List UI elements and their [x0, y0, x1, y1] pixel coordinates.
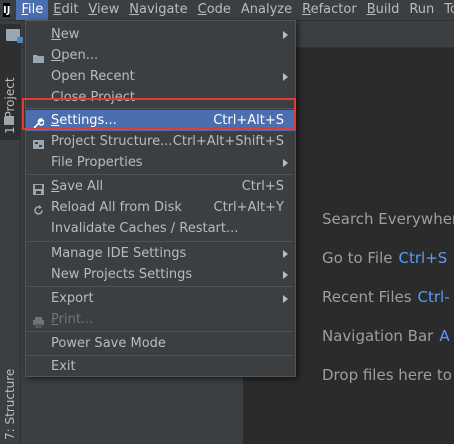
hint-drop-label: Drop files here to	[322, 366, 452, 384]
folder-icon	[4, 117, 14, 125]
folder-open-icon	[33, 50, 44, 63]
menu-item-settings-shortcut: Ctrl+Alt+S	[213, 113, 284, 128]
menu-item-invalidate-caches-label: Invalidate Caches / Restart...	[51, 221, 239, 236]
project-tab-label: 1: Project	[3, 77, 17, 134]
menu-item-new[interactable]: New	[26, 24, 295, 45]
menu-item-project-structure-label: Project Structure...	[51, 134, 173, 149]
submenu-arrow-icon	[283, 250, 288, 258]
menu-item-power-save-mode[interactable]: Power Save Mode	[26, 333, 295, 354]
file-menu-dropdown: New Open... Open Recent Close Project Se…	[25, 20, 296, 377]
menu-item-power-save-mode-label: Power Save Mode	[51, 336, 166, 351]
menu-item-new-projects-settings[interactable]: New Projects Settings	[26, 264, 295, 285]
menu-build[interactable]: Build	[362, 0, 405, 20]
menu-separator	[27, 241, 294, 242]
menu-item-file-properties[interactable]: File Properties	[26, 152, 295, 173]
hint-nav-bar-shortcut: A	[439, 327, 450, 345]
menu-item-new-projects-settings-label: New Projects Settings	[51, 267, 193, 282]
menu-item-save-all-label: Save All	[51, 179, 104, 194]
project-view-icon[interactable]	[6, 29, 23, 43]
menu-separator	[27, 174, 294, 175]
hint-drop-files: Drop files here to	[322, 366, 452, 384]
menu-item-export[interactable]: Export	[26, 288, 295, 309]
submenu-arrow-icon	[283, 159, 288, 167]
menu-item-close-project-label: Close Project	[51, 90, 136, 105]
menu-separator	[27, 331, 294, 332]
hint-recent-files-shortcut: Ctrl-	[417, 288, 450, 306]
menu-separator	[27, 286, 294, 287]
menu-item-open[interactable]: Open...	[26, 45, 295, 66]
submenu-arrow-icon	[283, 31, 288, 39]
hint-search-everywhere: Search Everywhere	[322, 210, 454, 228]
menu-item-file-properties-label: File Properties	[51, 155, 143, 170]
menu-item-save-all[interactable]: Save All Ctrl+S	[26, 176, 295, 197]
menu-edit[interactable]: Edit	[48, 0, 83, 20]
menu-item-new-label: New	[51, 27, 80, 42]
menu-item-settings-label: Settings...	[51, 113, 117, 128]
hint-goto-file: Go to File Ctrl+S	[322, 249, 447, 267]
menu-item-reload[interactable]: Reload All from Disk Ctrl+Alt+Y	[26, 197, 295, 218]
hint-recent-files-label: Recent Files	[322, 288, 412, 306]
menu-separator	[27, 108, 294, 109]
menu-item-project-structure-shortcut: Ctrl+Alt+Shift+S	[172, 134, 284, 149]
hint-navigation-bar: Navigation Bar A	[322, 327, 450, 345]
save-icon	[33, 181, 44, 195]
menu-item-export-label: Export	[51, 291, 94, 306]
menu-navigate[interactable]: Navigate	[124, 0, 192, 20]
menu-file[interactable]: File	[16, 0, 49, 20]
menu-item-project-structure[interactable]: Project Structure... Ctrl+Alt+Shift+S	[26, 131, 295, 152]
menu-run[interactable]: Run	[404, 0, 439, 20]
menu-item-invalidate-caches[interactable]: Invalidate Caches / Restart...	[26, 218, 295, 239]
menu-item-manage-ide-settings[interactable]: Manage IDE Settings	[26, 243, 295, 264]
hint-recent-files: Recent Files Ctrl-	[322, 288, 450, 306]
menu-item-reload-label: Reload All from Disk	[51, 200, 182, 215]
hint-goto-file-label: Go to File	[322, 249, 393, 267]
project-structure-icon	[33, 136, 44, 149]
reload-icon	[33, 202, 44, 215]
submenu-arrow-icon	[283, 295, 288, 303]
menu-analyze[interactable]: Analyze	[236, 0, 297, 20]
wrench-icon	[33, 115, 45, 129]
menu-item-print-label: Print...	[51, 312, 94, 327]
menu-item-save-all-shortcut: Ctrl+S	[241, 179, 284, 194]
menu-item-settings[interactable]: Settings... Ctrl+Alt+S	[26, 110, 295, 131]
menu-refactor[interactable]: Refactor	[297, 0, 362, 20]
submenu-arrow-icon	[283, 271, 288, 279]
menu-tools[interactable]: To	[439, 0, 454, 20]
menu-item-open-recent[interactable]: Open Recent	[26, 66, 295, 87]
menu-item-exit[interactable]: Exit	[26, 356, 295, 377]
menu-item-close-project[interactable]: Close Project	[26, 87, 295, 108]
hint-goto-file-shortcut: Ctrl+S	[398, 249, 448, 267]
menu-code[interactable]: Code	[193, 0, 236, 20]
menu-item-exit-label: Exit	[51, 359, 76, 374]
app-logo-icon: IJ	[3, 3, 11, 17]
menu-item-open-recent-label: Open Recent	[51, 69, 135, 84]
menu-item-manage-ide-settings-label: Manage IDE Settings	[51, 246, 187, 261]
hint-nav-bar-label: Navigation Bar	[322, 327, 434, 345]
submenu-arrow-icon	[283, 73, 288, 81]
menu-bar: IJ File Edit View Navigate Code Analyze …	[0, 0, 454, 21]
hint-search-label: Search Everywhere	[322, 210, 454, 228]
structure-tool-window-tab[interactable]: 7: Structure	[3, 369, 17, 440]
print-icon	[33, 314, 44, 328]
menu-item-reload-shortcut: Ctrl+Alt+Y	[213, 200, 284, 215]
menu-item-open-label: Open...	[51, 48, 99, 63]
menu-view[interactable]: View	[83, 0, 124, 20]
menu-item-print: Print...	[26, 309, 295, 330]
